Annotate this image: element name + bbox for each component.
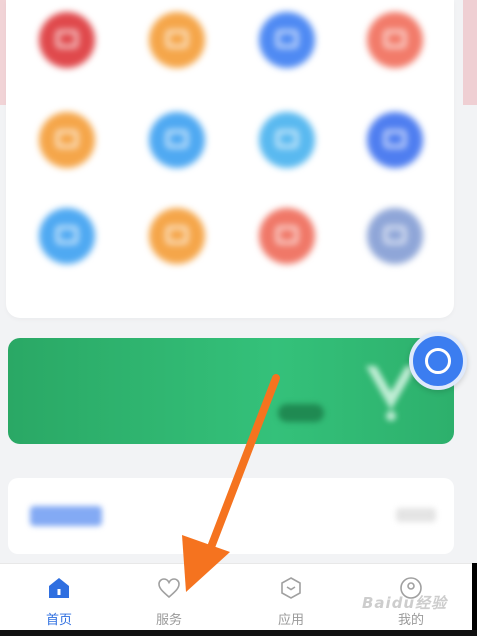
service-icon	[259, 12, 315, 68]
service-icon	[39, 112, 95, 168]
service-icon	[149, 12, 205, 68]
service-grid-card	[6, 0, 454, 318]
background-strip-right	[463, 0, 477, 105]
tab-apps-label: 应用	[277, 613, 304, 628]
service-grid-item[interactable]	[22, 196, 112, 296]
service-icon	[149, 112, 205, 168]
notice-tag	[30, 506, 102, 526]
notice-bar[interactable]	[8, 478, 454, 554]
service-grid-item[interactable]	[242, 0, 332, 100]
service-grid	[6, 0, 454, 318]
service-icon	[39, 208, 95, 264]
service-grid-item[interactable]	[132, 0, 222, 100]
service-grid-item[interactable]	[132, 100, 222, 200]
service-icon	[259, 112, 315, 168]
service-grid-item[interactable]	[350, 0, 440, 100]
service-icon	[367, 12, 423, 68]
heart-icon	[158, 578, 180, 599]
screen-bottom-edge	[0, 630, 477, 636]
banner-button[interactable]	[278, 404, 324, 422]
assistant-icon	[425, 348, 451, 374]
service-icon	[259, 208, 315, 264]
tab-home[interactable]: 首页	[0, 564, 118, 631]
service-icon	[149, 208, 205, 264]
service-grid-item[interactable]	[350, 196, 440, 296]
tab-service-label: 服务	[155, 613, 182, 628]
promo-banner[interactable]	[8, 338, 454, 444]
service-grid-item[interactable]	[22, 0, 112, 100]
service-grid-item[interactable]	[132, 196, 222, 296]
box-icon	[281, 577, 301, 599]
tab-apps[interactable]: 应用	[232, 564, 350, 631]
floating-assistant-button[interactable]	[409, 332, 467, 390]
screen-edge	[472, 563, 477, 630]
service-grid-item[interactable]	[242, 196, 332, 296]
service-grid-item[interactable]	[22, 100, 112, 200]
service-grid-item[interactable]	[242, 100, 332, 200]
service-icon	[367, 208, 423, 264]
tab-service[interactable]: 服务	[110, 564, 228, 631]
notice-more-link[interactable]	[396, 508, 436, 522]
home-icon	[49, 578, 69, 598]
service-grid-item[interactable]	[350, 100, 440, 200]
service-icon	[367, 112, 423, 168]
watermark: Baidu经验	[362, 594, 448, 612]
service-icon	[39, 12, 95, 68]
tab-home-label: 首页	[45, 613, 72, 628]
